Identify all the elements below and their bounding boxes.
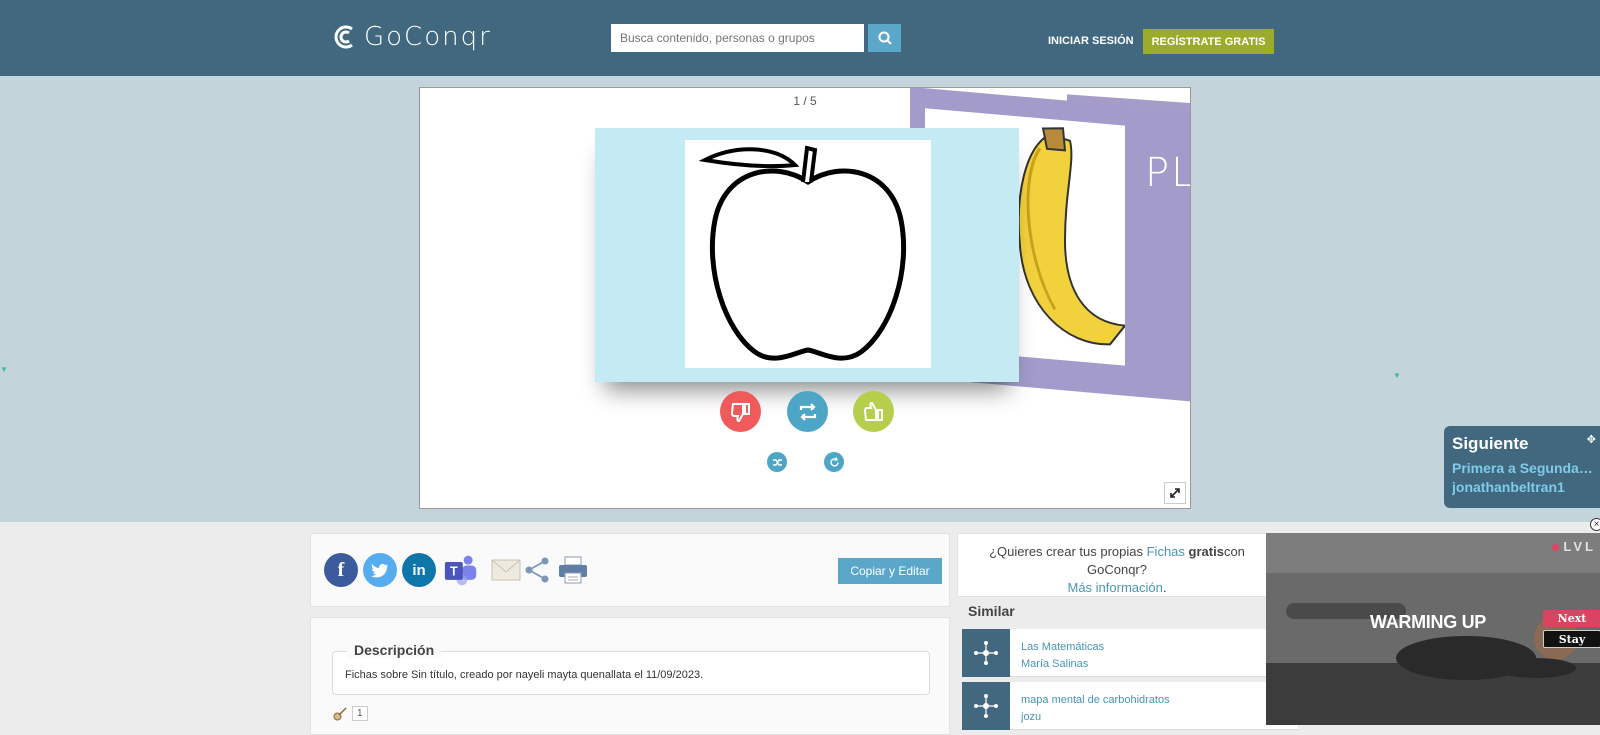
like-button[interactable] — [853, 391, 894, 432]
search-input[interactable] — [611, 24, 864, 52]
goconqr-logo[interactable]: GoConqr — [334, 22, 492, 52]
flip-icon — [799, 402, 816, 421]
similar-item[interactable]: mapa mental de carbohidratos jozu — [962, 682, 1298, 730]
ad-close-icon[interactable]: × — [1590, 518, 1600, 531]
likes-row[interactable]: 1 — [333, 706, 368, 721]
similar-item-title[interactable]: mapa mental de carbohidratos — [1021, 694, 1170, 706]
dislike-button[interactable] — [720, 391, 761, 432]
share-icon[interactable] — [521, 553, 555, 587]
promo-period: . — [1162, 580, 1167, 595]
fullscreen-button[interactable] — [1164, 482, 1186, 504]
goconqr-logo-icon — [334, 25, 353, 49]
login-link[interactable]: INICIAR SESIÓN — [1048, 35, 1134, 47]
band-marker-left: ▼ — [0, 365, 8, 374]
similar-heading: Similar — [968, 603, 1015, 619]
likes-count: 1 — [352, 706, 368, 721]
mindmap-icon — [974, 694, 998, 718]
similar-item-author[interactable]: jozu — [1021, 711, 1041, 723]
back-card-text: PLA — [1145, 150, 1190, 196]
print-icon[interactable] — [556, 553, 590, 587]
front-card[interactable] — [595, 128, 1019, 382]
restart-icon — [829, 456, 839, 466]
guitar-icon — [333, 706, 347, 720]
apple-outline-illustration — [698, 145, 907, 361]
next-item-link[interactable]: Primera a Segunda G... — [1452, 460, 1596, 476]
promo-fichas-link[interactable]: Fichas — [1147, 544, 1185, 559]
description-panel: Fichas sobre Sin título, creado por naye… — [310, 617, 950, 735]
teams-icon[interactable]: T — [444, 553, 478, 587]
similar-item-title[interactable]: Las Matemáticas — [1021, 641, 1104, 653]
share-panel: f in T Copiar y Editar — [310, 533, 950, 607]
logo-text: GoConqr — [364, 22, 492, 52]
flip-card-button[interactable] — [787, 391, 828, 432]
next-title: Siguiente — [1452, 434, 1529, 453]
register-button[interactable]: REGÍSTRATE GRATIS — [1143, 29, 1274, 54]
band-marker-right: ▼ — [1393, 371, 1401, 380]
create-promo: ¿Quieres crear tus propias Fichas gratis… — [957, 533, 1277, 597]
expand-icon — [1170, 488, 1180, 498]
apple-image — [685, 140, 931, 368]
ad-next-button[interactable]: Next — [1543, 610, 1600, 627]
thumbs-down-icon — [730, 402, 750, 422]
next-content-panel[interactable]: ✥ Siguiente Primera a Segunda G... jonat… — [1444, 426, 1600, 508]
move-icon[interactable]: ✥ — [1587, 433, 1596, 446]
restart-button[interactable] — [824, 452, 844, 472]
svg-text:T: T — [450, 564, 458, 578]
similar-item-author[interactable]: María Salinas — [1021, 658, 1088, 670]
next-author-link[interactable]: jonathanbeltran1 — [1452, 479, 1596, 495]
promo-prefix: ¿Quieres crear tus propias — [989, 544, 1147, 559]
linkedin-icon[interactable]: in — [402, 553, 436, 587]
description-text: Fichas sobre Sin título, creado por naye… — [345, 669, 704, 681]
ad-title: WARMING UP — [1370, 612, 1486, 632]
mindmap-thumbnail — [962, 629, 1010, 677]
mindmap-thumbnail — [962, 682, 1010, 730]
video-ad[interactable]: LVL WARMING UP Next Stay — [1266, 533, 1600, 725]
similar-item[interactable]: Las Matemáticas María Salinas — [962, 629, 1298, 677]
copy-edit-button[interactable]: Copiar y Editar — [838, 558, 942, 584]
search-icon — [878, 31, 892, 45]
promo-bold: gratis — [1188, 544, 1224, 559]
flashcard-viewer: 1 / 5 PLA — [419, 87, 1191, 509]
shuffle-icon — [772, 458, 782, 466]
description-heading: Descripción — [347, 642, 442, 658]
more-info-link[interactable]: Más información — [1068, 580, 1163, 595]
twitter-icon[interactable] — [363, 553, 397, 587]
shuffle-button[interactable] — [767, 452, 787, 472]
mindmap-icon — [974, 641, 998, 665]
search-button[interactable] — [868, 24, 901, 52]
top-header: GoConqr INICIAR SESIÓN REGÍSTRATE GRATIS — [0, 0, 1600, 76]
ad-logo: LVL — [1552, 539, 1596, 554]
facebook-icon[interactable]: f — [324, 553, 358, 587]
thumbs-up-icon — [863, 401, 883, 421]
ad-stay-button[interactable]: Stay — [1543, 630, 1600, 648]
email-icon[interactable] — [489, 553, 523, 587]
